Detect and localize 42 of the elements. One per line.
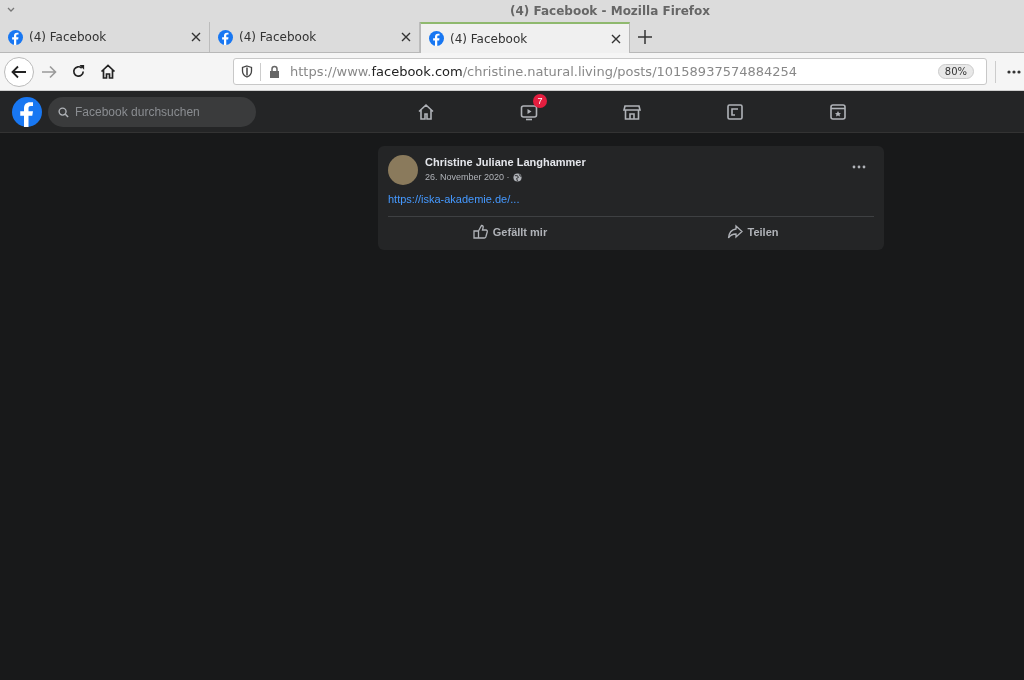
gaming-icon[interactable] [827,102,848,122]
more-options-icon[interactable] [852,165,866,169]
search-field[interactable]: Facebook durchsuchen [48,96,256,127]
back-button[interactable] [4,56,34,87]
tab-title: (4) Facebook [29,29,107,46]
close-icon[interactable] [401,32,411,42]
more-options-icon[interactable] [1007,69,1021,74]
groups-icon[interactable] [724,102,745,122]
post-date[interactable]: 26. November 2020 · [425,171,510,185]
notification-badge: 7 [533,94,547,108]
globe-icon [512,173,522,183]
facebook-favicon-icon [429,31,444,46]
like-button[interactable]: Gefällt mir [388,216,631,248]
tab-title: (4) Facebook [239,29,317,46]
facebook-favicon-icon [218,29,233,45]
browser-tab[interactable]: (4) Facebook [420,22,630,53]
share-arrow-icon [726,224,743,240]
share-button[interactable]: Teilen [631,216,874,248]
home-icon[interactable] [100,64,116,79]
tab-title: (4) Facebook [450,30,528,48]
reload-icon[interactable] [71,64,86,79]
new-tab-icon[interactable] [638,30,652,44]
back-arrow-icon [11,64,27,79]
search-icon [58,106,69,118]
store-icon[interactable] [621,102,642,122]
url-text: https://www.facebook.com/christine.natural.living/posts/10158937574884254 [290,62,798,81]
close-icon[interactable] [191,32,201,42]
address-field[interactable]: https://www.facebook.com/christine.natural.living/posts/10158937574884254 80% [233,58,987,85]
post-link[interactable]: https://iska-akademie.de/... [388,191,874,208]
zoom-level-button[interactable]: 80% [937,64,974,79]
close-icon[interactable] [611,33,621,44]
author-name[interactable]: Christine Juliane Langhammer [425,155,586,169]
video-icon[interactable] [518,102,539,122]
facebook-favicon-icon [8,29,23,45]
window-title: (4) Facebook - Mozilla Firefox [509,3,711,20]
shield-icon[interactable] [241,65,253,78]
thumbs-up-icon [471,224,488,240]
facebook-logo[interactable] [12,96,42,127]
browser-tab[interactable]: (4) Facebook [0,22,210,52]
avatar[interactable] [388,155,418,185]
dropdown-icon[interactable] [7,7,15,12]
lock-icon[interactable] [269,65,280,78]
